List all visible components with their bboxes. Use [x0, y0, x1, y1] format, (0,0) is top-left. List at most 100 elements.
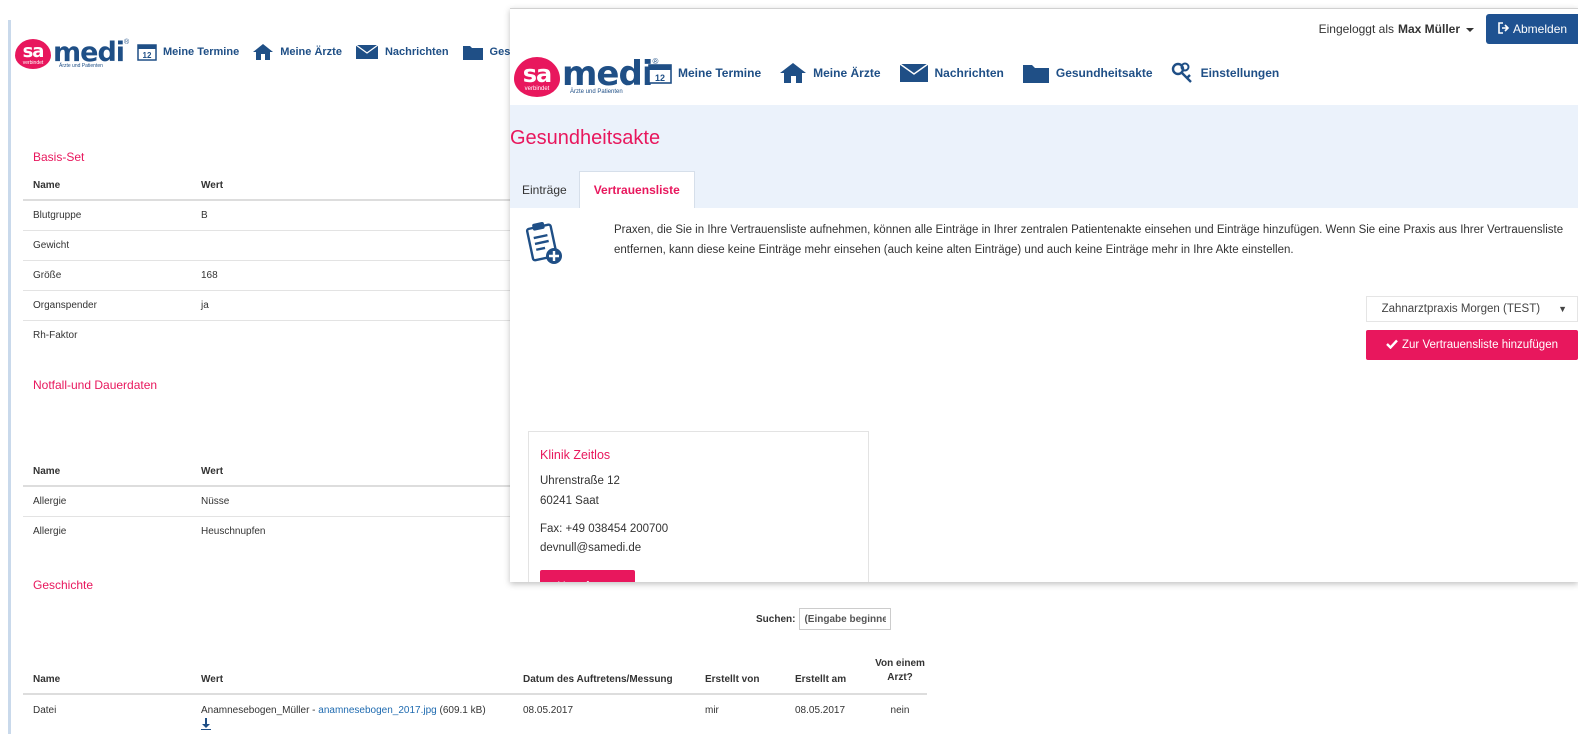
column-header-arzt: Von einem Arzt? — [873, 638, 927, 695]
column-header-name: Name — [23, 638, 191, 695]
cell-wert: 168 — [191, 260, 523, 291]
cell-name: Allergie — [23, 486, 191, 517]
login-status[interactable]: Eingeloggt als Max Müller — [1319, 22, 1474, 36]
praxis-city: 60241 Saat — [540, 495, 599, 507]
logo-sub-text: verbindet — [22, 59, 44, 66]
top-bar: Eingeloggt als Max Müller Abmelden — [510, 9, 1578, 44]
table-row: Größe 168 — [23, 260, 523, 291]
nav-meine-termine[interactable]: 12 Meine Termine — [137, 43, 239, 61]
x-icon — [557, 581, 566, 582]
column-header-name: Name — [23, 172, 191, 201]
table-row: Allergie Heuschnupfen — [23, 516, 523, 546]
tab-vertrauensliste[interactable]: Vertrauensliste — [578, 171, 695, 208]
column-header-wert: Wert — [191, 638, 513, 695]
praxis-street: Uhrenstraße 12 — [540, 475, 620, 487]
nav-meine-termine[interactable]: 12 Meine Termine — [648, 62, 761, 84]
cell-wert: Nüsse — [191, 486, 523, 517]
nav-gesundheitsakte[interactable]: Gesundheitsakte — [1022, 62, 1153, 84]
add-button-label: Zur Vertrauensliste hinzufügen — [1402, 339, 1558, 351]
praxis-card: Klinik Zeitlos Uhrenstraße 12 60241 Saat… — [528, 431, 869, 582]
logo-medi-text: medi — [53, 37, 125, 68]
nav-nachrichten-label: Nachrichten — [934, 66, 1004, 80]
sign-out-icon — [1498, 21, 1510, 37]
nav-nachrichten[interactable]: Nachrichten — [899, 63, 1004, 83]
cell-arzt: nein — [890, 705, 910, 716]
column-header-wert: Wert — [191, 172, 523, 201]
nav-nachrichten[interactable]: Nachrichten — [355, 44, 449, 60]
envelope-icon — [899, 63, 929, 83]
remove-button[interactable]: entfernen — [540, 570, 635, 582]
table-row: Datei Anamnesebogen_Müller - anamnesebog… — [23, 694, 927, 733]
logo-registered: ® — [124, 39, 130, 46]
notfall-table: Name Wert Allergie Nüsse Allergie Heuschnu… — [23, 458, 523, 546]
logo-sa-text: sa — [22, 40, 45, 62]
logo-sub-text: verbindet — [524, 86, 550, 92]
column-header-wert: Wert — [191, 458, 523, 487]
geschichte-search: Suchen: — [756, 608, 892, 630]
main-nav: 12 Meine Termine Meine Ärzte Nachrichten… — [648, 62, 1297, 84]
geschichte-table: Name Wert Datum des Auftretens/Messung E… — [23, 638, 927, 733]
search-label: Suchen: — [756, 613, 796, 625]
file-title: Anamnesebogen_Müller - — [201, 705, 319, 716]
nav-einstellungen[interactable]: Einstellungen — [1171, 62, 1280, 84]
cell-name: Größe — [23, 260, 191, 291]
foreground-window: Eingeloggt als Max Müller Abmelden sa ver… — [510, 8, 1578, 582]
nav-aerzte-label: Meine Ärzte — [813, 66, 881, 80]
tab-eintraege[interactable]: Einträge — [510, 171, 579, 208]
cell-wert: Anamnesebogen_Müller - anamnesebogen_201… — [191, 694, 513, 733]
nav-einstellungen-label: Einstellungen — [1200, 66, 1280, 80]
nav-gesundheitsakte-label: Gesundheitsakte — [1055, 66, 1153, 80]
nav-meine-aerzte[interactable]: Meine Ärzte — [252, 43, 342, 61]
tab-bar: Einträge Vertrauensliste — [510, 171, 695, 208]
back-main-nav: 12 Meine Termine Meine Ärzte Nachrichten — [137, 43, 537, 61]
logo-tagline: Ärzte und Patienten — [570, 89, 623, 95]
logout-button[interactable]: Abmelden — [1486, 14, 1578, 44]
logout-label: Abmelden — [1513, 22, 1568, 36]
folder-icon — [462, 43, 484, 61]
praxis-name: Klinik Zeitlos — [540, 448, 611, 462]
cell-erstellt-am: 08.05.2017 — [795, 705, 846, 716]
calendar-icon: 12 — [137, 43, 157, 61]
house-icon — [252, 43, 274, 61]
content-area: Gesundheitsakte Einträge Vertrauensliste — [510, 105, 1578, 582]
vertrauensliste-panel: Praxen, die Sie in Ihre Vertrauensliste … — [510, 208, 1578, 582]
table-row: Organspender ja — [23, 290, 523, 321]
nav-nachrichten-label: Nachrichten — [384, 46, 449, 58]
cell-wert — [191, 230, 523, 261]
download-icon[interactable] — [201, 718, 513, 733]
nav-meine-aerzte[interactable]: Meine Ärzte — [779, 62, 881, 84]
praxis-fax: Fax: +49 038454 200700 — [540, 523, 669, 535]
remove-button-label: entfernen — [570, 581, 619, 582]
login-prefix: Eingeloggt als — [1318, 22, 1394, 36]
svg-text:12: 12 — [655, 73, 665, 83]
nav-aerzte-label: Meine Ärzte — [280, 46, 342, 58]
search-input[interactable] — [799, 608, 892, 630]
table-header-row: Name Wert — [23, 458, 523, 487]
column-header-datum: Datum des Auftretens/Messung — [513, 638, 695, 695]
cell-name: Allergie — [33, 525, 67, 537]
add-to-vertrauensliste-button[interactable]: Zur Vertrauensliste hinzufügen — [1366, 330, 1578, 360]
basis-set-title: Basis-Set — [33, 150, 85, 164]
table-row: Rh-Faktor — [23, 320, 523, 350]
calendar-icon: 12 — [648, 62, 672, 84]
table-row: Gewicht — [23, 230, 523, 261]
notfall-title: Notfall-und Dauerdaten — [33, 378, 158, 392]
basis-set-table: Name Wert Blutgruppe B Gewicht Größe 168 O… — [23, 172, 523, 350]
cell-wert: ja — [191, 290, 523, 321]
logo-badge: sa verbindet — [15, 39, 51, 69]
cell-name: Gewicht — [23, 230, 191, 261]
column-header-erstellt-am: Erstellt am — [785, 638, 873, 695]
praxis-select[interactable]: Zahnarztpraxis Morgen (TEST) ▼ — [1366, 296, 1578, 322]
praxis-email-link[interactable]: devnull@samedi.de — [540, 542, 641, 554]
cell-datum: 08.05.2017 — [523, 705, 574, 716]
nav-termine-label: Meine Termine — [678, 66, 762, 80]
info-text: Praxen, die Sie in Ihre Vertrauensliste … — [614, 224, 1564, 256]
file-link[interactable]: anamnesebogen_2017.jpg — [318, 705, 436, 716]
samedi-logo: sa verbindet medi ® Ärzte und Patienten — [15, 39, 129, 69]
svg-text:12: 12 — [143, 51, 152, 60]
table-header-row: Name Wert Datum des Auftretens/Messung E… — [23, 638, 927, 695]
table-header-row: Name Wert — [23, 172, 523, 201]
praxis-select-value: Zahnarztpraxis Morgen (TEST) — [1381, 303, 1541, 315]
house-icon — [779, 62, 807, 84]
envelope-icon — [355, 44, 379, 60]
